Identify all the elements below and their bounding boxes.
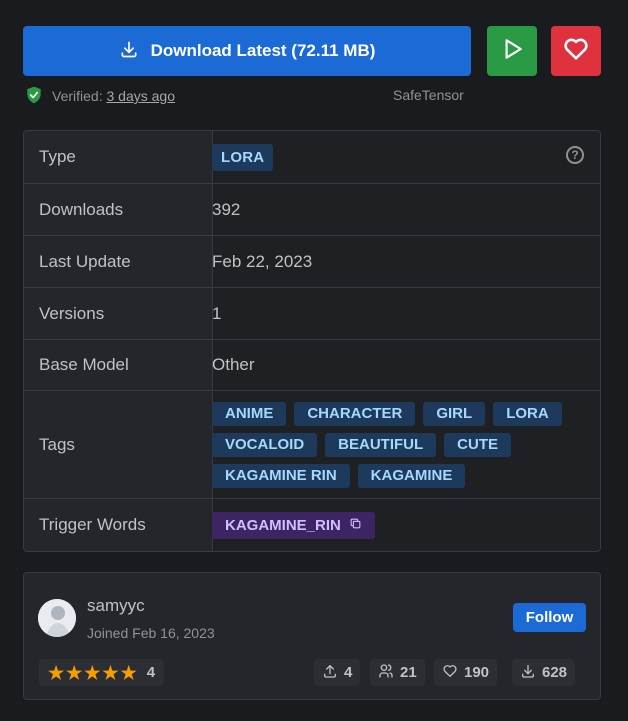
trigger-word-text: KAGAMINE_RIN [225, 516, 341, 534]
details-label-base-model: Base Model [24, 340, 213, 390]
downloads-value: 392 [212, 199, 241, 219]
star-icon: ★ [120, 662, 137, 683]
tag-kagamine[interactable]: KAGAMINE [357, 464, 466, 488]
likes-count: 190 [464, 664, 490, 681]
tag-cute[interactable]: CUTE [444, 433, 512, 457]
tag-character[interactable]: CHARACTER [294, 402, 416, 426]
play-icon [499, 36, 525, 67]
tag-list: ANIME CHARACTER GIRL LORA VOCALOID BEAUT… [212, 402, 587, 488]
verification-status: Verified: 3 days ago [24, 86, 175, 106]
downloads-count: 628 [542, 664, 568, 681]
follow-button[interactable]: Follow [513, 603, 586, 632]
like-button[interactable] [551, 26, 601, 76]
model-details-table: Type LORA ? Downloads 392 Last Update Fe… [23, 130, 601, 552]
users-icon [378, 663, 394, 683]
run-button[interactable] [487, 26, 537, 76]
file-format-label: SafeTensor [393, 87, 464, 103]
verified-label: Verified: [52, 88, 103, 104]
creator-card: samyyc Joined Feb 16, 2023 Follow ★ ★ ★ … [23, 572, 601, 700]
copy-icon[interactable] [349, 517, 362, 534]
versions-value: 1 [212, 303, 222, 323]
download-icon [520, 663, 536, 683]
details-label-versions: Versions [24, 288, 213, 339]
star-icon: ★ [48, 662, 65, 683]
details-row-type: Type LORA ? [24, 131, 600, 184]
stat-uploads: 4 [314, 659, 361, 686]
details-label-trigger-words: Trigger Words [24, 499, 213, 551]
details-row-base-model: Base Model Other [24, 340, 600, 391]
rating-count: 4 [146, 664, 156, 681]
help-icon[interactable]: ? [566, 146, 584, 164]
creator-joined-date: Joined Feb 16, 2023 [87, 625, 215, 641]
heart-icon [562, 35, 590, 68]
details-label-last-update: Last Update [24, 236, 213, 287]
download-icon [119, 39, 139, 64]
tag-anime[interactable]: ANIME [212, 402, 287, 426]
base-model-value: Other [212, 355, 255, 374]
stat-likes: 190 [434, 659, 498, 686]
download-button-label: Download Latest (72.11 MB) [150, 41, 376, 60]
details-label-type: Type [24, 131, 213, 183]
details-row-trigger-words: Trigger Words KAGAMINE_RIN [24, 499, 600, 551]
stat-followers: 21 [370, 659, 425, 686]
upload-icon [322, 663, 338, 683]
tag-beautiful[interactable]: BEAUTIFUL [325, 433, 437, 457]
type-badge: LORA [212, 143, 274, 171]
details-row-versions: Versions 1 [24, 288, 600, 340]
trigger-word-chip[interactable]: KAGAMINE_RIN [212, 511, 375, 539]
followers-count: 21 [400, 664, 417, 681]
star-icon: ★ [84, 662, 101, 683]
details-row-downloads: Downloads 392 [24, 184, 600, 236]
tag-kagamine-rin[interactable]: KAGAMINE RIN [212, 464, 350, 488]
creator-rating: ★ ★ ★ ★ ★ 4 [39, 659, 165, 686]
details-label-tags: Tags [24, 391, 213, 498]
avatar[interactable] [38, 599, 76, 637]
verified-date[interactable]: 3 days ago [106, 88, 175, 104]
uploads-count: 4 [344, 664, 353, 681]
download-button[interactable]: Download Latest (72.11 MB) [23, 26, 471, 76]
shield-check-icon [24, 85, 44, 108]
tag-vocaloid[interactable]: VOCALOID [212, 433, 318, 457]
creator-username[interactable]: samyyc [87, 596, 145, 616]
last-update-value: Feb 22, 2023 [212, 251, 313, 271]
heart-icon [442, 663, 458, 683]
star-icon: ★ [102, 662, 119, 683]
details-row-last-update: Last Update Feb 22, 2023 [24, 236, 600, 288]
tag-girl[interactable]: GIRL [423, 402, 486, 426]
tag-lora[interactable]: LORA [493, 402, 562, 426]
details-label-downloads: Downloads [24, 184, 213, 235]
star-icon: ★ [66, 662, 83, 683]
stat-downloads: 628 [512, 659, 576, 686]
details-row-tags: Tags ANIME CHARACTER GIRL LORA VOCALOID … [24, 391, 600, 499]
